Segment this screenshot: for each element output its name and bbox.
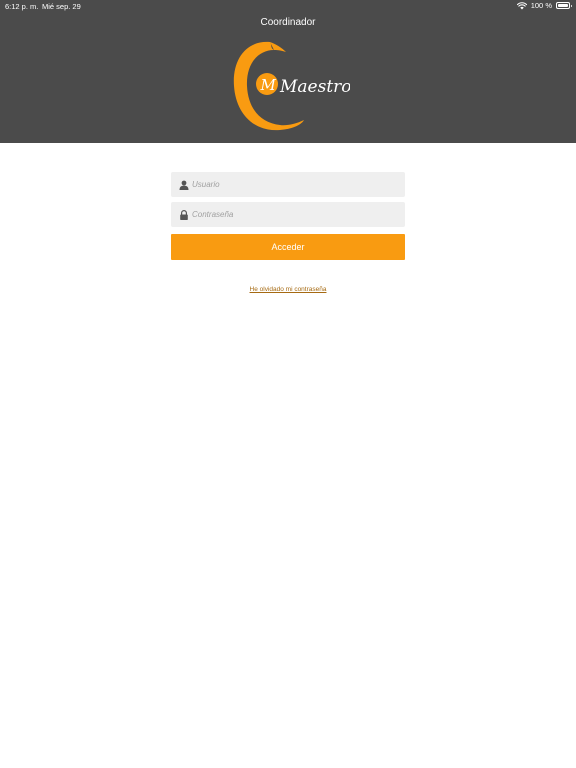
password-field[interactable]: [171, 202, 405, 227]
app-logo: M Maestro: [233, 41, 350, 131]
lock-icon: [180, 209, 188, 220]
status-indicators: 100 %: [516, 1, 572, 10]
forgot-password-link[interactable]: He olvidado mi contraseña: [0, 286, 576, 293]
user-icon: [179, 180, 189, 190]
header-bar: 6:12 p. m. Mié sep. 29 100 % Coordinador…: [0, 0, 576, 143]
username-input[interactable]: [192, 180, 392, 189]
battery-percentage: 100 %: [530, 1, 552, 10]
page-title: Coordinador: [260, 17, 316, 28]
username-field[interactable]: [171, 172, 405, 197]
logo-wordmark: Maestro: [279, 77, 350, 97]
login-button[interactable]: Acceder: [171, 234, 405, 260]
status-bar: 6:12 p. m. Mié sep. 29 100 %: [0, 0, 576, 14]
status-time: 6:12 p. m.: [5, 2, 39, 11]
password-input[interactable]: [192, 210, 392, 219]
logo-initial: M: [260, 76, 277, 94]
wifi-icon: [516, 1, 527, 9]
status-date: Mié sep. 29: [42, 2, 81, 11]
battery-full-icon: [556, 2, 572, 9]
